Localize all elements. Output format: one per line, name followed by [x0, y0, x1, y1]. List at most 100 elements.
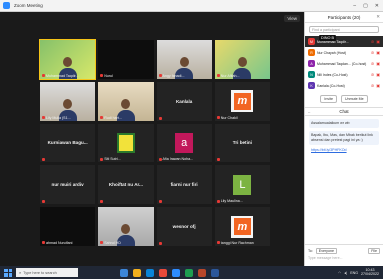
- chat-input[interactable]: Type message here...: [308, 256, 383, 260]
- video-tile[interactable]: Lily Mulia (S1...: [40, 81, 96, 121]
- video-tile[interactable]: wesnor ofj: [156, 207, 212, 246]
- video-tile[interactable]: Rudi hart...: [98, 81, 154, 121]
- muted-mic-icon: [216, 116, 220, 120]
- video-tile[interactable]: Siti Sutri...: [98, 123, 154, 163]
- volume-icon[interactable]: ◂): [344, 271, 347, 275]
- video-tile[interactable]: Muhammad Taqdir...: [38, 39, 97, 80]
- participant-name-label: tanggi Nur Rachman: [216, 241, 254, 245]
- rename-chip[interactable]: DINO B: [319, 35, 337, 41]
- close-icon[interactable]: ✕: [375, 3, 379, 9]
- participant-list: M Muhammad Taqdir... ⊘ ▣ R Nur Chayah (Host) ⊘…: [305, 36, 383, 91]
- participant-name-label: Siti Sutri...: [100, 157, 121, 161]
- video-off-icon[interactable]: ▣: [376, 83, 380, 88]
- muted-mic-icon: [100, 200, 104, 204]
- video-tile[interactable]: L Lily Maulina...: [214, 165, 270, 205]
- participant-name-label: Nur Chakil: [216, 115, 238, 120]
- video-tile[interactable]: Kurniawan Bagu...: [40, 123, 96, 163]
- video-tile[interactable]: Angy fanadi...: [156, 40, 212, 79]
- muted-mic-icon: [158, 116, 162, 120]
- minimize-chat-icon[interactable]: –: [308, 109, 310, 114]
- gallery-view: View Muhammad Taqdir... Nurul Angy fanadi.…: [0, 12, 304, 266]
- edge-icon[interactable]: [146, 268, 154, 277]
- video-off-icon[interactable]: ▣: [376, 61, 380, 66]
- participant-row[interactable]: M Muhammad Taqdir... ⊘ ▣: [305, 36, 383, 47]
- word-icon[interactable]: [211, 268, 219, 277]
- participant-status: [100, 200, 104, 204]
- participant-name-text: Angy fanadi...: [162, 73, 185, 78]
- video-off-icon[interactable]: ▣: [376, 50, 380, 55]
- chat-compose: To: Everyone File Type message here...: [305, 244, 383, 266]
- video-tile[interactable]: ahmad Nurulfani: [40, 207, 96, 246]
- unmute-me-button[interactable]: Unmute Me: [341, 95, 368, 103]
- window-title: Zoom Meeting: [14, 3, 43, 8]
- participant-name: Kanlala (Co-Host): [317, 83, 345, 88]
- chrome-icon[interactable]: [159, 268, 167, 277]
- clock[interactable]: 10:43 27/04/2022: [361, 268, 379, 277]
- video-tile[interactable]: Sahrul HD: [98, 207, 154, 246]
- to-label: To:: [308, 249, 313, 253]
- participant-row[interactable]: R Nur Chayah (Host) ⊘ ▣: [305, 47, 383, 58]
- wifi-icon[interactable]: ◠: [338, 271, 341, 275]
- muted-mic-icon: [158, 241, 162, 245]
- participant-name-text: Nurul: [104, 73, 113, 78]
- task-view-icon[interactable]: [120, 268, 128, 277]
- participant-row[interactable]: N Nili Indes (Co-Host) ⊘ ▣: [305, 69, 383, 80]
- taskbar-search-input[interactable]: ⌕ Type here to search: [16, 268, 78, 277]
- avatar-image: [116, 132, 135, 153]
- file-button[interactable]: File: [368, 248, 380, 254]
- video-tiles-grid: Muhammad Taqdir... Nurul Angy fanadi... Nur…: [38, 39, 270, 246]
- recipient-select[interactable]: Everyone: [315, 248, 337, 254]
- participants-title: Participants (20): [327, 14, 361, 20]
- video-tile[interactable]: Nur Afifah...: [214, 40, 270, 79]
- participants-header: Participants (20) ✕: [305, 12, 383, 23]
- video-tile[interactable]: Khoiftat nu Ar...: [98, 165, 154, 205]
- participant-name-label: ahmad Nurulfani: [42, 241, 72, 245]
- participant-name-large: nur muiri ardiv: [51, 182, 84, 188]
- minimize-icon[interactable]: –: [353, 3, 356, 9]
- window-titlebar: Zoom Meeting – ▢ ✕: [0, 0, 383, 12]
- muted-mic-icon[interactable]: ⊘: [371, 61, 374, 66]
- avatar: N: [308, 71, 315, 78]
- video-off-icon[interactable]: ▣: [376, 39, 380, 44]
- excel-icon[interactable]: [185, 268, 193, 277]
- muted-mic-icon: [216, 158, 220, 162]
- windows-start-icon[interactable]: [4, 268, 12, 277]
- participant-name-large: wesnor ofj: [172, 224, 196, 230]
- muted-mic-icon[interactable]: ⊘: [371, 39, 374, 44]
- muted-mic-icon: [216, 74, 220, 78]
- video-off-icon[interactable]: ▣: [376, 72, 380, 77]
- muted-mic-icon[interactable]: ⊘: [371, 50, 374, 55]
- muted-mic-icon: [100, 241, 104, 245]
- participant-search-input[interactable]: Find a participant: [309, 26, 379, 33]
- participant-name-label: Muhammad Taqdir...: [42, 74, 79, 78]
- video-tile[interactable]: fiarni nur firi: [156, 165, 212, 205]
- video-tile[interactable]: a Afia Irawan Noha...: [156, 123, 212, 163]
- muted-mic-icon: [158, 157, 162, 161]
- close-participants-icon[interactable]: ✕: [376, 14, 380, 20]
- video-tile[interactable]: Nurul: [98, 40, 154, 79]
- muted-mic-icon[interactable]: ⊘: [371, 72, 374, 77]
- chat-link[interactable]: https://bit.ly/3PHFKOd: [309, 148, 379, 153]
- muted-mic-icon: [42, 158, 45, 162]
- video-tile[interactable]: m Nur Chakil: [214, 81, 270, 121]
- participant-status: [158, 241, 162, 245]
- invite-button[interactable]: Invite: [320, 95, 337, 103]
- participant-row[interactable]: K Kanlala (Co-Host) ⊘ ▣: [305, 80, 383, 91]
- language-indicator[interactable]: ENG: [350, 271, 358, 275]
- maximize-icon[interactable]: ▢: [363, 3, 368, 9]
- video-tile[interactable]: m tanggi Nur Rachman: [214, 207, 270, 246]
- video-tile[interactable]: Kanlala: [156, 81, 212, 121]
- participant-name-label: Lily Maulina...: [216, 199, 243, 203]
- participant-name-text: Nur Chakil: [220, 115, 238, 120]
- powerpoint-icon[interactable]: [198, 268, 206, 277]
- view-button[interactable]: View: [284, 15, 300, 22]
- file-explorer-icon[interactable]: [133, 268, 141, 277]
- muted-mic-icon: [100, 116, 104, 120]
- muted-mic-icon[interactable]: ⊘: [371, 83, 374, 88]
- video-tile[interactable]: Tri betini: [214, 123, 270, 163]
- video-tile[interactable]: nur muiri ardiv: [40, 165, 96, 205]
- muted-mic-icon: [158, 200, 162, 204]
- participant-row[interactable]: A Muhammad Taqdan... (Co-host) ⊘ ▣: [305, 58, 383, 69]
- participant-name: Muhammad Taqdan... (Co-host): [317, 61, 367, 66]
- zoom-taskbar-icon[interactable]: [172, 268, 180, 277]
